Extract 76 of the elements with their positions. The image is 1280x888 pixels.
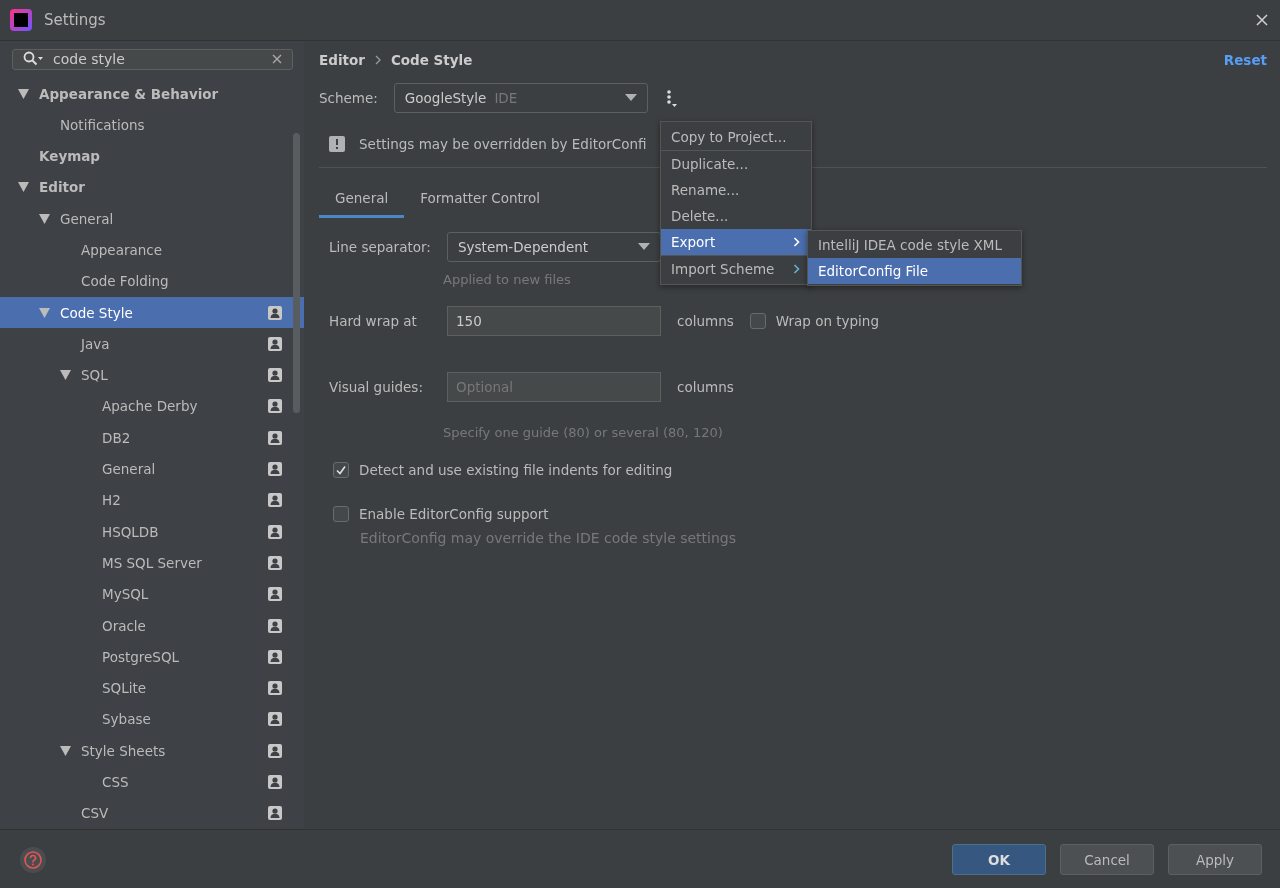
- tree-item[interactable]: CSS: [0, 766, 304, 798]
- dropdown-arrow-icon: [624, 94, 637, 102]
- expanded-arrow-icon[interactable]: [18, 182, 29, 193]
- unit-label: columns: [677, 379, 734, 395]
- tree-item[interactable]: SQL: [0, 359, 304, 391]
- checkbox[interactable]: [333, 506, 349, 522]
- tree-item[interactable]: SQLite: [0, 672, 304, 704]
- hint-text: Specify one guide (80) or several (80, 120): [443, 425, 723, 440]
- dropdown-arrow-icon: [638, 243, 650, 251]
- tree-item[interactable]: H2: [0, 484, 304, 517]
- tree-item[interactable]: Keymap: [0, 140, 304, 172]
- field-label: Visual guides:: [329, 379, 424, 395]
- tree-item[interactable]: Editor: [0, 171, 304, 204]
- breadcrumb-item: Code Style: [390, 52, 473, 68]
- app-logo-icon: [10, 9, 32, 31]
- warning-icon: [329, 136, 345, 152]
- checkbox-label[interactable]: Detect and use existing file indents for editing: [359, 462, 673, 478]
- menu-item[interactable]: Rename...: [661, 177, 811, 203]
- checkbox[interactable]: [749, 313, 766, 329]
- scrollbar[interactable]: [293, 133, 300, 413]
- scheme-label: Scheme:: [319, 90, 378, 106]
- clear-icon[interactable]: [272, 54, 282, 65]
- expanded-arrow-icon[interactable]: [39, 307, 50, 318]
- hint-text: Applied to new files: [443, 272, 571, 287]
- reset-link[interactable]: Reset: [1223, 52, 1267, 68]
- checkbox[interactable]: [333, 462, 349, 478]
- tree-item[interactable]: Apache Derby: [0, 390, 304, 423]
- tree-item[interactable]: General: [0, 453, 304, 485]
- expanded-arrow-icon[interactable]: [60, 745, 71, 756]
- tree-item[interactable]: Notifications: [0, 109, 304, 141]
- line-separator-dropdown[interactable]: System-Dependent: [447, 232, 661, 262]
- tree-item[interactable]: Java: [0, 328, 304, 360]
- tab[interactable]: Formatter Control: [404, 180, 556, 218]
- field-label: Line separator:: [329, 239, 431, 255]
- tree-item[interactable]: Code Style: [0, 296, 304, 329]
- tree-item[interactable]: MS SQL Server: [0, 547, 304, 579]
- hard-wrap-field[interactable]: 150: [447, 306, 661, 336]
- tree-item[interactable]: PostgreSQL: [0, 641, 304, 673]
- ok-button[interactable]: OK: [952, 844, 1046, 875]
- tree-item[interactable]: Sybase: [0, 703, 304, 736]
- tree-item[interactable]: Style Sheets: [0, 735, 304, 767]
- tree-item[interactable]: Appearance: [0, 234, 304, 266]
- chevron-right-icon: [374, 55, 381, 65]
- notice-text: Settings may be overridden by EditorConfi: [359, 136, 647, 152]
- menu-item[interactable]: EditorConfig File: [808, 258, 1021, 284]
- tree-item[interactable]: Appearance & Behavior: [0, 77, 304, 110]
- help-icon[interactable]: [20, 846, 46, 873]
- search-field[interactable]: code style: [12, 49, 293, 70]
- tree-item[interactable]: DB2: [0, 422, 304, 454]
- close-icon[interactable]: [1254, 12, 1270, 28]
- tab[interactable]: General: [319, 180, 405, 218]
- search-icon: [23, 51, 43, 68]
- expanded-arrow-icon[interactable]: [60, 370, 71, 381]
- tree-item[interactable]: CSV: [0, 797, 304, 829]
- scheme-dropdown[interactable]: GoogleStyle IDE: [393, 83, 648, 113]
- breadcrumb-item[interactable]: Editor: [319, 52, 365, 68]
- dialog-button[interactable]: Apply: [1168, 844, 1262, 875]
- menu-item[interactable]: Export: [661, 229, 811, 256]
- tree-item[interactable]: Oracle: [0, 609, 304, 642]
- field-label: Hard wrap at: [329, 313, 418, 329]
- tree-item[interactable]: General: [0, 203, 304, 235]
- menu-item[interactable]: Copy to Project...: [661, 124, 811, 151]
- hint-text: EditorConfig may override the IDE code style settings: [360, 530, 737, 546]
- checkbox-label[interactable]: Enable EditorConfig support: [359, 506, 549, 522]
- tree-item[interactable]: Code Folding: [0, 265, 304, 297]
- expanded-arrow-icon[interactable]: [18, 88, 29, 99]
- expanded-arrow-icon[interactable]: [39, 213, 50, 224]
- menu-item[interactable]: Duplicate...: [661, 151, 811, 177]
- tree-item[interactable]: MySQL: [0, 578, 304, 610]
- checkbox-label[interactable]: Wrap on typing: [775, 313, 879, 329]
- tree-item[interactable]: HSQLDB: [0, 516, 304, 548]
- menu-item[interactable]: IntelliJ IDEA code style XML: [808, 232, 1021, 258]
- dialog-button[interactable]: Cancel: [1060, 844, 1154, 875]
- window-title: Settings: [44, 11, 107, 29]
- unit-label: columns: [677, 313, 734, 329]
- menu-item[interactable]: Delete...: [661, 203, 811, 229]
